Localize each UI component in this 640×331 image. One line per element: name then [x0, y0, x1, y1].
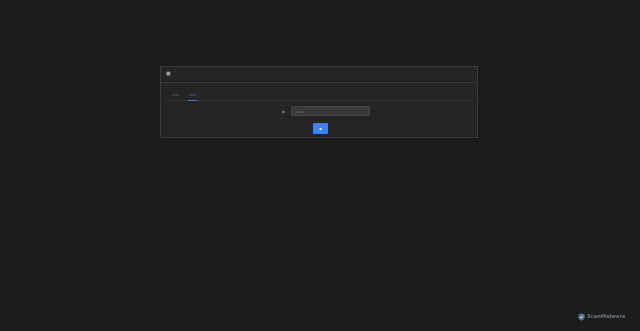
active-tab-indicator: [188, 100, 197, 101]
text-input[interactable]: [291, 106, 370, 116]
watermark: ScanMalware: [578, 312, 626, 321]
tab-first[interactable]: ▭▭: [172, 92, 180, 97]
dialog-title: ■: [166, 71, 171, 77]
submit-button[interactable]: ▪: [313, 123, 328, 134]
tab-second-active[interactable]: ▭▭: [189, 92, 197, 97]
tab-bar: ▭▭ ▭▭: [167, 90, 473, 101]
dialog-header: ■: [161, 67, 477, 83]
watermark-text: ScanMalware: [587, 313, 626, 320]
page: ■ ▭▭ ▭▭ ▪ ▪ ScanMalware: [0, 0, 640, 331]
scanmalware-logo-icon: [578, 312, 585, 321]
dialog-panel: ■ ▭▭ ▭▭ ▪ ▪: [160, 66, 478, 138]
input-field-label: ▪: [282, 109, 285, 114]
